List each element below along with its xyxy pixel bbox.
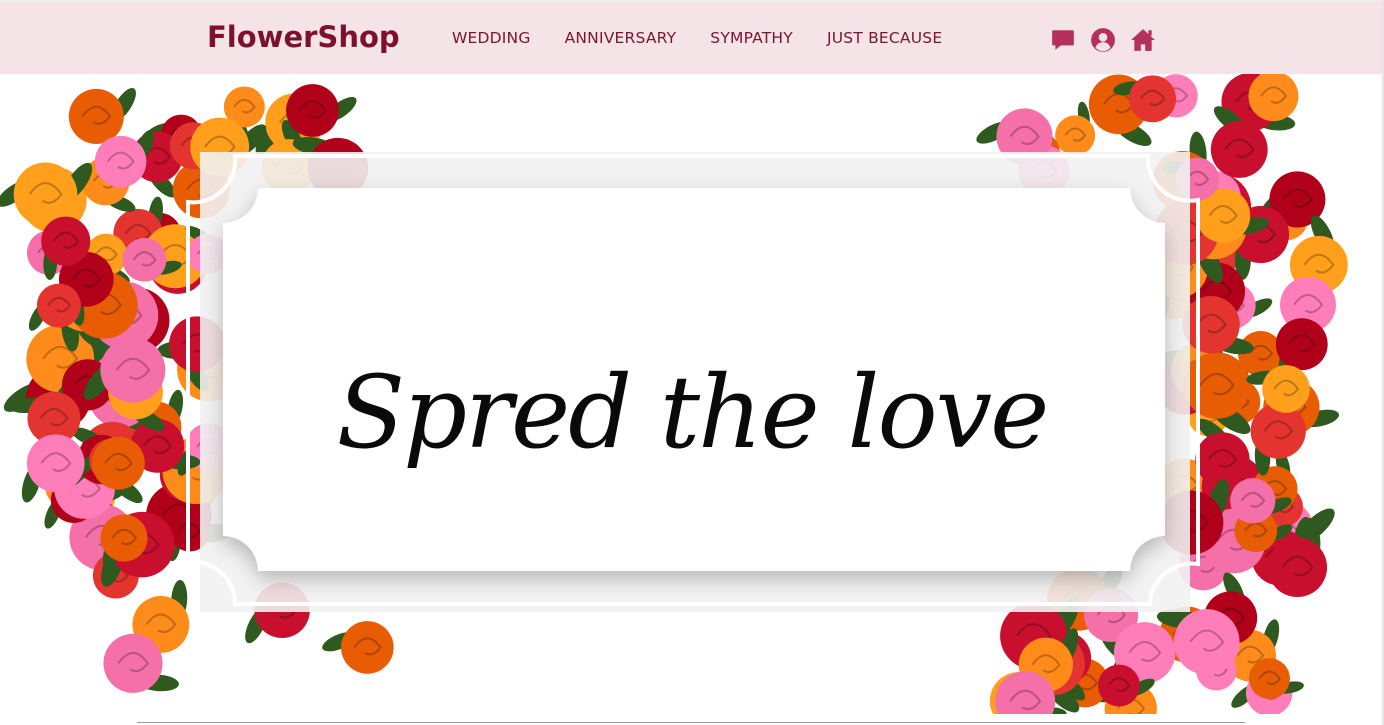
- rose: [103, 633, 163, 693]
- rose: [1210, 121, 1268, 178]
- hero-tagline: Spred the love: [336, 354, 1050, 471]
- rose: [1249, 658, 1290, 700]
- home-icon[interactable]: [1130, 27, 1156, 53]
- rose: [122, 237, 167, 282]
- user-icon[interactable]: [1090, 27, 1116, 53]
- rose: [286, 84, 339, 137]
- rose: [1129, 75, 1177, 123]
- nav-link-wedding[interactable]: WEDDING: [452, 29, 531, 47]
- hero-banner: Spred the love: [0, 74, 1384, 714]
- nav-icons: [1050, 27, 1170, 53]
- rose: [36, 283, 81, 328]
- nav-links: WEDDING ANNIVERSARY SYMPATHY JUST BECAUS…: [452, 29, 976, 47]
- rose: [1267, 537, 1328, 598]
- rose: [94, 135, 147, 188]
- rose: [1182, 295, 1240, 354]
- rose: [13, 162, 78, 227]
- rose: [1230, 478, 1276, 524]
- nav-link-sympathy[interactable]: SYMPATHY: [710, 29, 793, 47]
- rose: [341, 621, 394, 674]
- rose: [41, 216, 91, 266]
- top-navbar: FlowerShop WEDDING ANNIVERSARY SYMPATHY …: [0, 0, 1382, 74]
- nav-link-anniversary[interactable]: ANNIVERSARY: [565, 29, 677, 47]
- comment-icon[interactable]: [1050, 27, 1076, 53]
- nav-link-just-because[interactable]: JUST BECAUSE: [827, 29, 942, 47]
- brand-logo[interactable]: FlowerShop: [207, 20, 400, 54]
- section-divider: [137, 722, 1245, 723]
- rose: [68, 88, 124, 144]
- rose: [100, 514, 148, 562]
- rose: [1055, 115, 1096, 156]
- rose: [1098, 664, 1140, 707]
- rose: [1173, 609, 1240, 675]
